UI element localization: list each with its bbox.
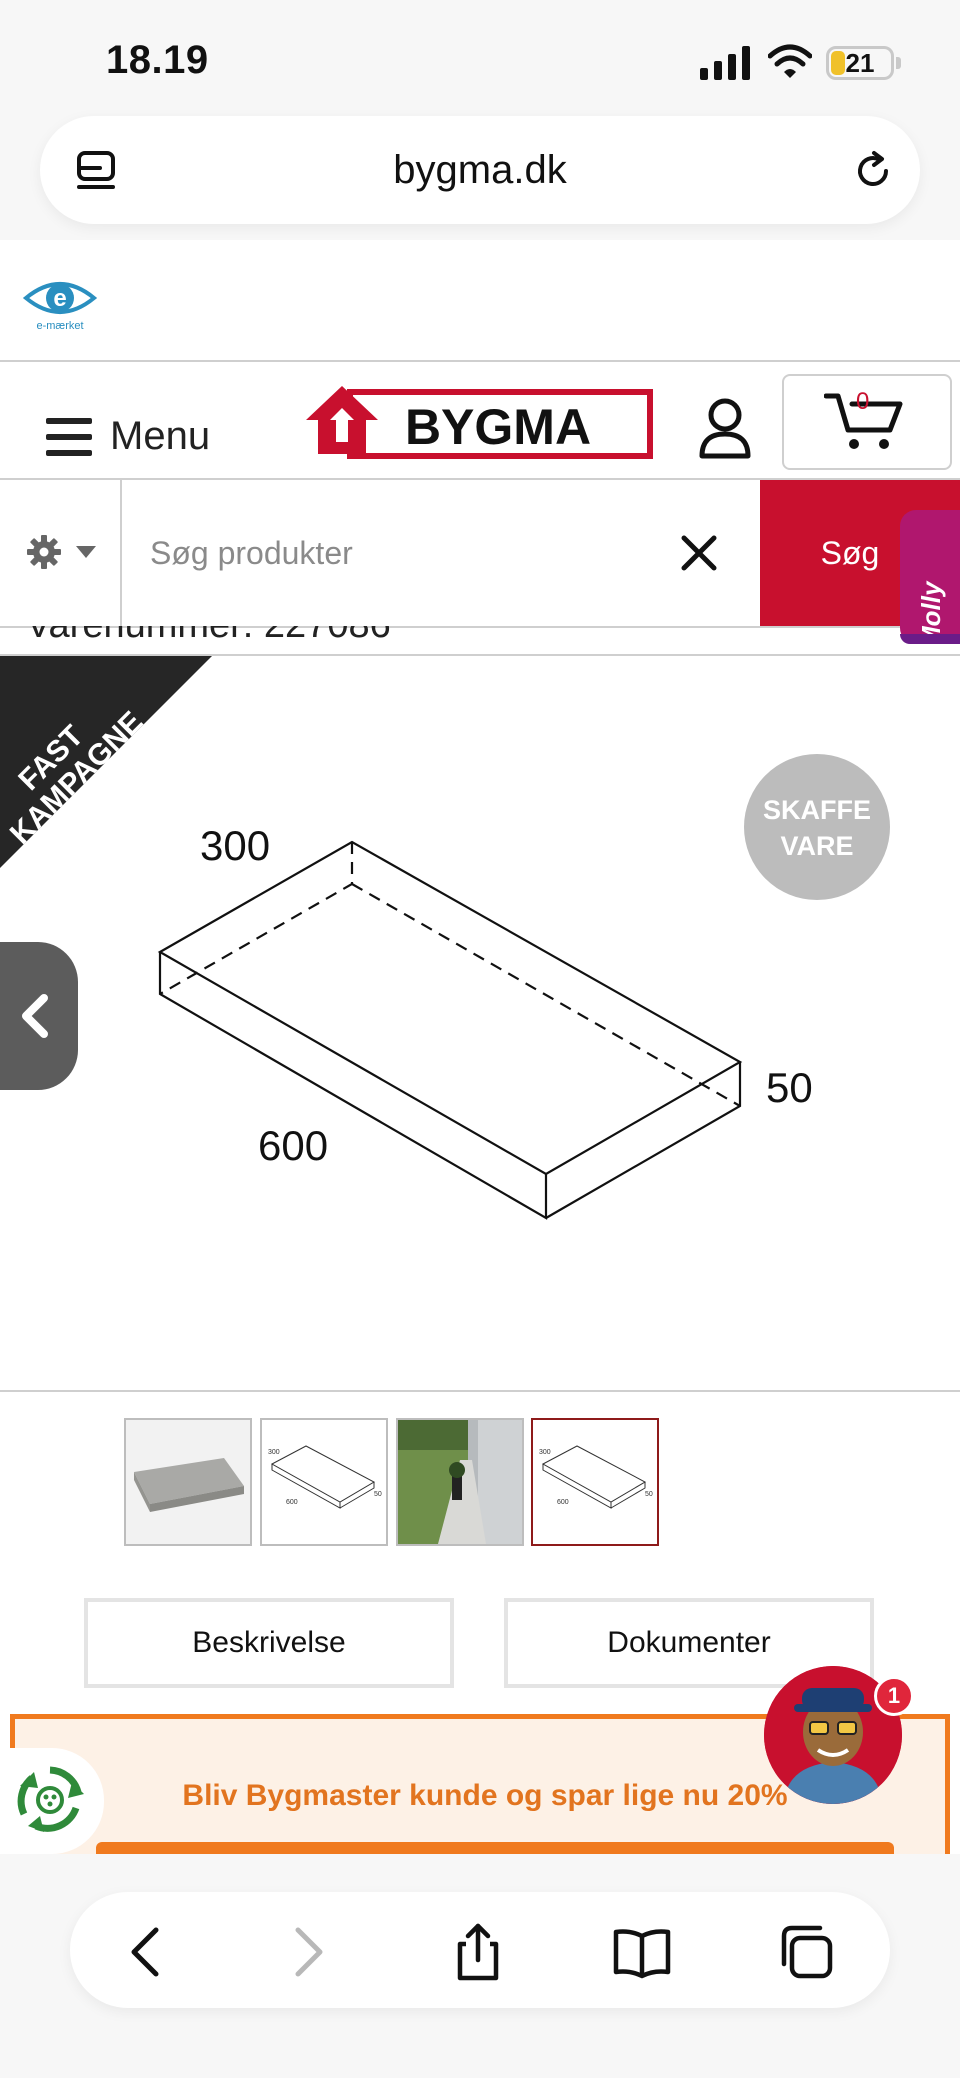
search-input[interactable] bbox=[150, 520, 650, 586]
search-settings-button[interactable] bbox=[0, 480, 122, 626]
recycle-badge[interactable] bbox=[0, 1748, 104, 1854]
chat-notification-badge: 1 bbox=[874, 1676, 914, 1716]
thumbnail-dimension-drawing[interactable]: 300 600 50 bbox=[260, 1418, 388, 1546]
svg-text:600: 600 bbox=[557, 1499, 569, 1506]
thumbnail-dimension-drawing-active[interactable]: 300 600 50 bbox=[531, 1418, 659, 1546]
dimension-drawing-thumb-icon: 300 600 50 bbox=[268, 1445, 382, 1509]
hamburger-icon bbox=[46, 418, 92, 456]
thumbnail-garden-path-photo[interactable] bbox=[396, 1418, 524, 1546]
logo-text: BYGMA bbox=[405, 399, 591, 455]
gear-icon bbox=[27, 535, 61, 569]
header-divider bbox=[0, 360, 960, 362]
chevron-left-icon bbox=[22, 994, 48, 1038]
bookmarks-icon[interactable] bbox=[612, 1922, 672, 1982]
account-icon[interactable] bbox=[698, 398, 752, 460]
svg-text:50: 50 bbox=[374, 1491, 382, 1498]
image-divider-bottom bbox=[0, 1390, 960, 1392]
emaerket-label: e-mærket bbox=[36, 320, 84, 332]
battery-icon: 21 bbox=[826, 46, 894, 80]
status-time: 18.19 bbox=[106, 38, 209, 82]
menu-label: Menu bbox=[110, 414, 211, 458]
status-bar: 18.19 21 bbox=[0, 0, 960, 120]
cart-count-badge: 0 bbox=[856, 388, 870, 415]
browser-toolbar bbox=[70, 1892, 890, 2008]
svg-text:300: 300 bbox=[539, 1449, 551, 1456]
search-bar: Søg bbox=[0, 478, 960, 628]
molly-accent bbox=[900, 634, 960, 644]
recycle-icon bbox=[17, 1766, 84, 1832]
menu-button[interactable]: Menu bbox=[46, 408, 226, 468]
battery-tip bbox=[896, 57, 901, 69]
forward-icon[interactable] bbox=[276, 1922, 336, 1982]
dimension-drawing-thumb-icon: 300 600 50 bbox=[539, 1445, 653, 1509]
thumbnail-product-photo[interactable] bbox=[124, 1418, 252, 1546]
product-dimension-drawing: 300 600 50 bbox=[157, 822, 813, 1220]
url-text[interactable]: bygma.dk bbox=[40, 116, 920, 224]
promo-accent-bar bbox=[96, 1842, 894, 1854]
chevron-down-icon bbox=[76, 546, 96, 558]
share-icon[interactable] bbox=[448, 1922, 508, 1982]
svg-text:300: 300 bbox=[268, 1449, 280, 1456]
cellular-signal-icon bbox=[700, 46, 750, 80]
reload-icon[interactable] bbox=[852, 150, 894, 192]
bygma-logo[interactable]: BYGMA bbox=[302, 380, 654, 460]
dimension-height-label: 50 bbox=[766, 1064, 813, 1111]
close-icon[interactable] bbox=[676, 530, 722, 576]
wifi-icon bbox=[768, 44, 812, 78]
cart-button[interactable]: 0 bbox=[782, 374, 952, 470]
dimension-length-label: 600 bbox=[258, 1122, 328, 1169]
address-bar[interactable]: bygma.dk bbox=[40, 116, 920, 224]
svg-text:e: e bbox=[53, 285, 66, 312]
tab-description[interactable]: Beskrivelse bbox=[84, 1598, 454, 1688]
tabs-icon[interactable] bbox=[776, 1922, 836, 1982]
paving-tile-photo-icon bbox=[126, 1420, 250, 1544]
molly-assistant-tab[interactable]: Molly bbox=[900, 510, 960, 648]
back-icon[interactable] bbox=[118, 1922, 178, 1982]
dimension-width-label: 300 bbox=[200, 822, 270, 869]
previous-image-button[interactable] bbox=[0, 942, 78, 1090]
battery-level: 21 bbox=[845, 48, 875, 78]
svg-text:50: 50 bbox=[645, 1491, 653, 1498]
svg-text:600: 600 bbox=[286, 1499, 298, 1506]
item-number: Varenummer: 227086 bbox=[26, 626, 526, 646]
item-number-text: Varenummer: 227086 bbox=[26, 626, 391, 646]
garden-path-photo-icon bbox=[398, 1420, 522, 1544]
